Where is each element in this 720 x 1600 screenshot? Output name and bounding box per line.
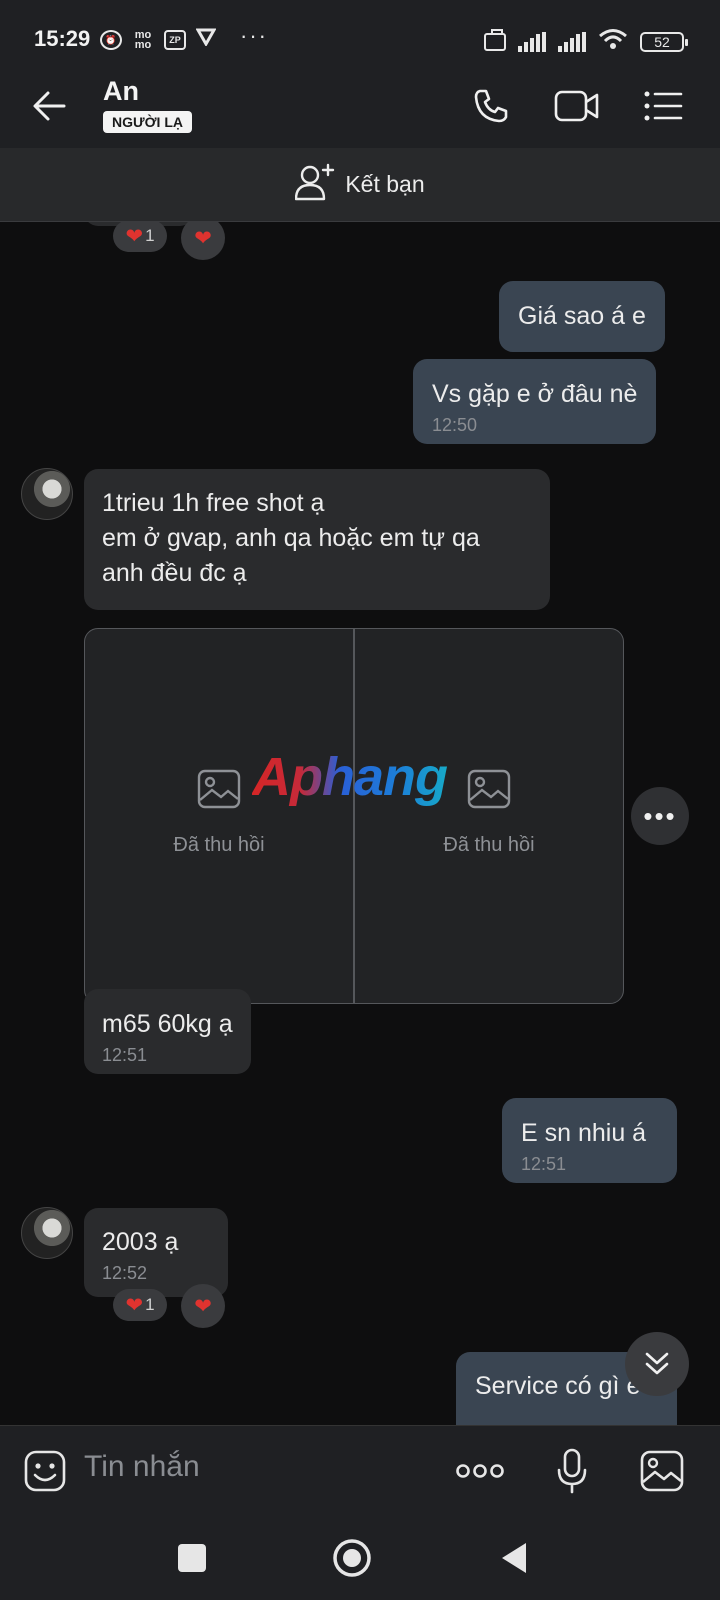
- wifi-icon: [598, 28, 628, 55]
- back-triangle-icon[interactable]: [489, 1533, 539, 1583]
- revoked-image-left[interactable]: Đã thu hồi: [85, 629, 353, 1003]
- message-text: Giá sao á e: [518, 302, 646, 330]
- react-heart-button[interactable]: ❤: [181, 1284, 225, 1328]
- message-bubble-incoming[interactable]: m65 60kg ạ 12:51: [84, 989, 251, 1074]
- microphone-icon[interactable]: [547, 1446, 597, 1496]
- message-time: 12:51: [521, 1154, 567, 1174]
- sticker-emoji-icon[interactable]: [20, 1446, 70, 1496]
- status-notification-icons: ⏰ mo mo ZP ···: [100, 23, 268, 51]
- message-time: 12:51: [102, 1045, 148, 1065]
- more-notifications-icon: ···: [240, 22, 268, 48]
- image-placeholder-icon: [467, 769, 511, 809]
- reaction-summary[interactable]: ❤ 1: [113, 222, 167, 252]
- message-text: Vs gặp e ở đâu nè: [432, 380, 638, 408]
- battery-indicator: 52: [640, 31, 688, 52]
- vpn-icon: [195, 28, 217, 51]
- more-options-icon[interactable]: [455, 1446, 505, 1496]
- heart-icon: ❤: [125, 1293, 144, 1317]
- back-arrow-icon[interactable]: [30, 86, 70, 126]
- status-bar: 15:29 ⏰ mo mo ZP ··· 52: [0, 0, 720, 64]
- add-friend-icon: [295, 163, 335, 206]
- voice-call-icon[interactable]: [467, 82, 515, 130]
- momo-icon: mo mo: [134, 28, 152, 51]
- reaction-count: 1: [145, 1295, 155, 1314]
- message-time: 12:50: [432, 415, 478, 435]
- message-line: em ở gvap, anh qa hoặc em tự qa: [102, 524, 480, 552]
- contact-name[interactable]: An: [103, 76, 139, 107]
- message-line: 1trieu 1h free shot ạ: [102, 489, 325, 517]
- status-system-icons: 52: [484, 28, 688, 55]
- alarm-icon: ⏰: [100, 29, 122, 50]
- system-navigation-bar: [0, 1515, 720, 1600]
- chat-header: An NGƯỜI LẠ: [0, 64, 720, 148]
- add-friend-bar[interactable]: Kết bạn: [0, 148, 720, 222]
- recent-apps-icon[interactable]: [167, 1533, 217, 1583]
- reaction-count: 1: [145, 226, 155, 245]
- message-time: 12:52: [102, 1263, 148, 1283]
- contact-avatar[interactable]: [21, 1207, 73, 1259]
- message-input[interactable]: Tin nhắn: [84, 1450, 200, 1484]
- add-friend-label: Kết bạn: [345, 171, 425, 197]
- heart-icon: ❤: [194, 226, 212, 250]
- image-placeholder-icon: [197, 769, 241, 809]
- message-bubble-incoming[interactable]: 1trieu 1h free shot ạ em ở gvap, anh qa …: [84, 469, 550, 610]
- signal-2-icon: [558, 31, 586, 52]
- message-bubble-outgoing[interactable]: Giá sao á e: [499, 281, 665, 352]
- revoked-label: Đã thu hồi: [173, 834, 265, 856]
- revoked-label: Đã thu hồi: [443, 834, 535, 856]
- home-icon[interactable]: [327, 1533, 377, 1583]
- scroll-to-bottom-button[interactable]: [625, 1332, 689, 1396]
- message-bubble-outgoing[interactable]: E sn nhiu á 12:51: [502, 1098, 677, 1183]
- message-composer: Tin nhắn: [0, 1425, 720, 1515]
- heart-icon: ❤: [125, 224, 144, 248]
- message-line: anh đều đc ạ: [102, 559, 247, 587]
- revoked-image-right[interactable]: Đã thu hồi: [353, 629, 623, 1003]
- message-list[interactable]: ❤ 1 ❤ Giá sao á e Vs gặp e ở đâu nè 12:50…: [0, 222, 720, 1425]
- message-text: 2003 ạ: [102, 1228, 179, 1256]
- heart-icon: ❤: [194, 1294, 212, 1318]
- message-bubble-outgoing[interactable]: Vs gặp e ở đâu nè 12:50: [413, 359, 657, 444]
- reaction-summary[interactable]: ❤ 1: [113, 1289, 167, 1321]
- image-album[interactable]: Đã thu hồi Đã thu hồi: [84, 628, 624, 1004]
- message-text: E sn nhiu á: [521, 1119, 647, 1147]
- status-time: 15:29: [34, 26, 91, 51]
- zalopay-icon: ZP: [164, 29, 186, 50]
- signal-icon: [518, 31, 546, 52]
- double-chevron-down-icon: [645, 1352, 669, 1375]
- react-heart-button[interactable]: ❤: [181, 222, 225, 260]
- message-text: m65 60kg ạ: [102, 1010, 233, 1038]
- watermark-logo: Aphang: [252, 747, 448, 807]
- message-options-button[interactable]: •••: [631, 787, 689, 845]
- video-call-icon[interactable]: [553, 82, 601, 130]
- menu-list-icon[interactable]: [639, 82, 687, 130]
- work-profile-icon: [484, 28, 506, 51]
- gallery-image-icon[interactable]: [637, 1446, 687, 1496]
- stranger-badge: NGƯỜI LẠ: [103, 111, 192, 133]
- contact-avatar[interactable]: [21, 468, 73, 520]
